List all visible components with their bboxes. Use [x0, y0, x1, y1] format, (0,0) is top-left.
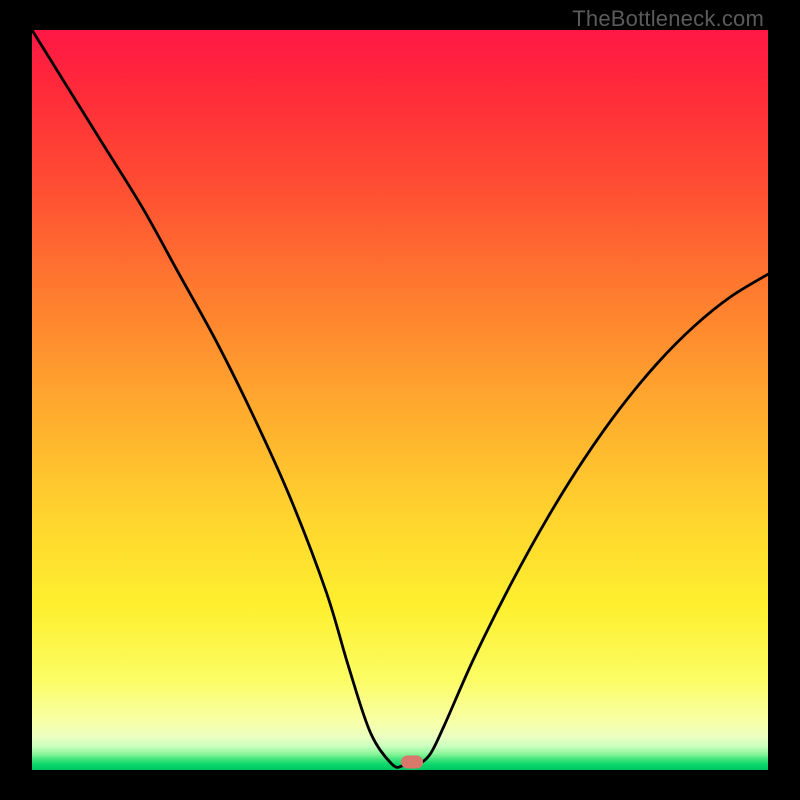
watermark-text: TheBottleneck.com — [572, 6, 764, 32]
bottleneck-curve — [32, 30, 768, 770]
chart-frame: TheBottleneck.com — [0, 0, 800, 800]
optimum-marker — [401, 756, 423, 769]
plot-area — [32, 30, 768, 770]
